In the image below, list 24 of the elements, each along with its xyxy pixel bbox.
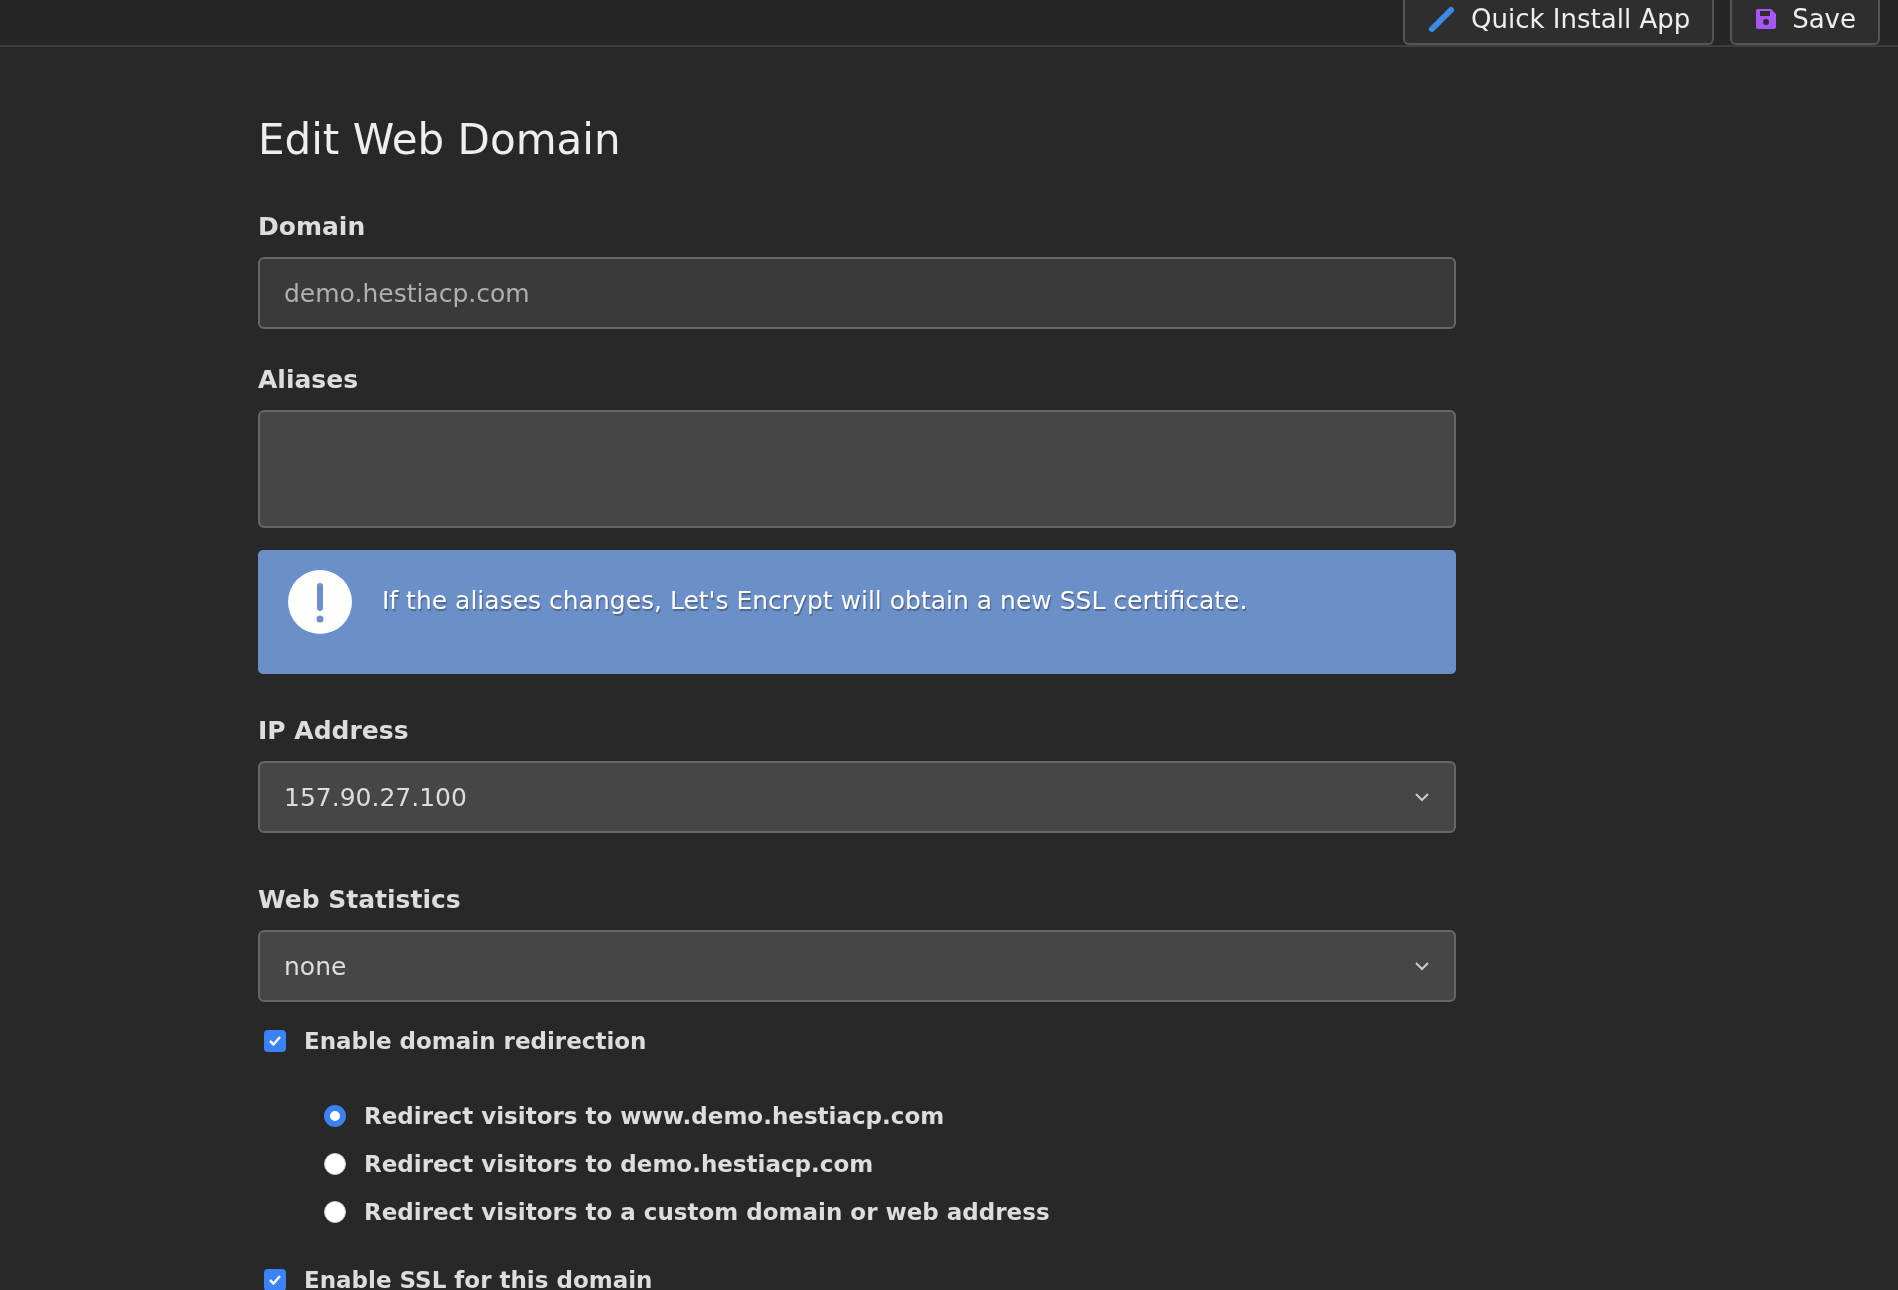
radio-button[interactable] — [324, 1153, 346, 1175]
radio-button[interactable] — [324, 1105, 346, 1127]
field-label: Web Statistics — [258, 885, 462, 914]
domain-field[interactable]: demo.hestiacp.com — [258, 257, 1456, 329]
chevron-down-icon — [1414, 792, 1430, 802]
exclamation-icon — [288, 570, 352, 634]
checkbox[interactable] — [264, 1030, 286, 1052]
field-label: Domain — [258, 212, 367, 241]
quick-install-button[interactable]: Quick Install App — [1403, 0, 1715, 45]
page-title: Edit Web Domain — [258, 115, 622, 164]
checkbox-label: Enable domain redirection — [304, 1028, 647, 1054]
checkbox-label: Enable SSL for this domain — [304, 1267, 653, 1290]
field-label: IP Address — [258, 716, 410, 745]
ip-address-select[interactable]: 157.90.27.100 — [258, 761, 1456, 833]
radio-label: Redirect visitors to a custom domain or web address — [364, 1199, 1050, 1225]
field-label: Aliases — [258, 365, 360, 394]
save-button[interactable]: Save — [1730, 0, 1880, 45]
alert-text: If the aliases changes, Let's Encrypt will obtain a new SSL certificate. — [382, 585, 1248, 615]
radio-button[interactable] — [324, 1201, 346, 1223]
checkbox[interactable] — [264, 1269, 286, 1290]
web-statistics-select[interactable]: none — [258, 930, 1456, 1002]
radio-label: Redirect visitors to www.demo.hestiacp.com — [364, 1103, 945, 1129]
radio-label: Redirect visitors to demo.hestiacp.com — [364, 1151, 874, 1177]
chevron-down-icon — [1414, 961, 1430, 971]
